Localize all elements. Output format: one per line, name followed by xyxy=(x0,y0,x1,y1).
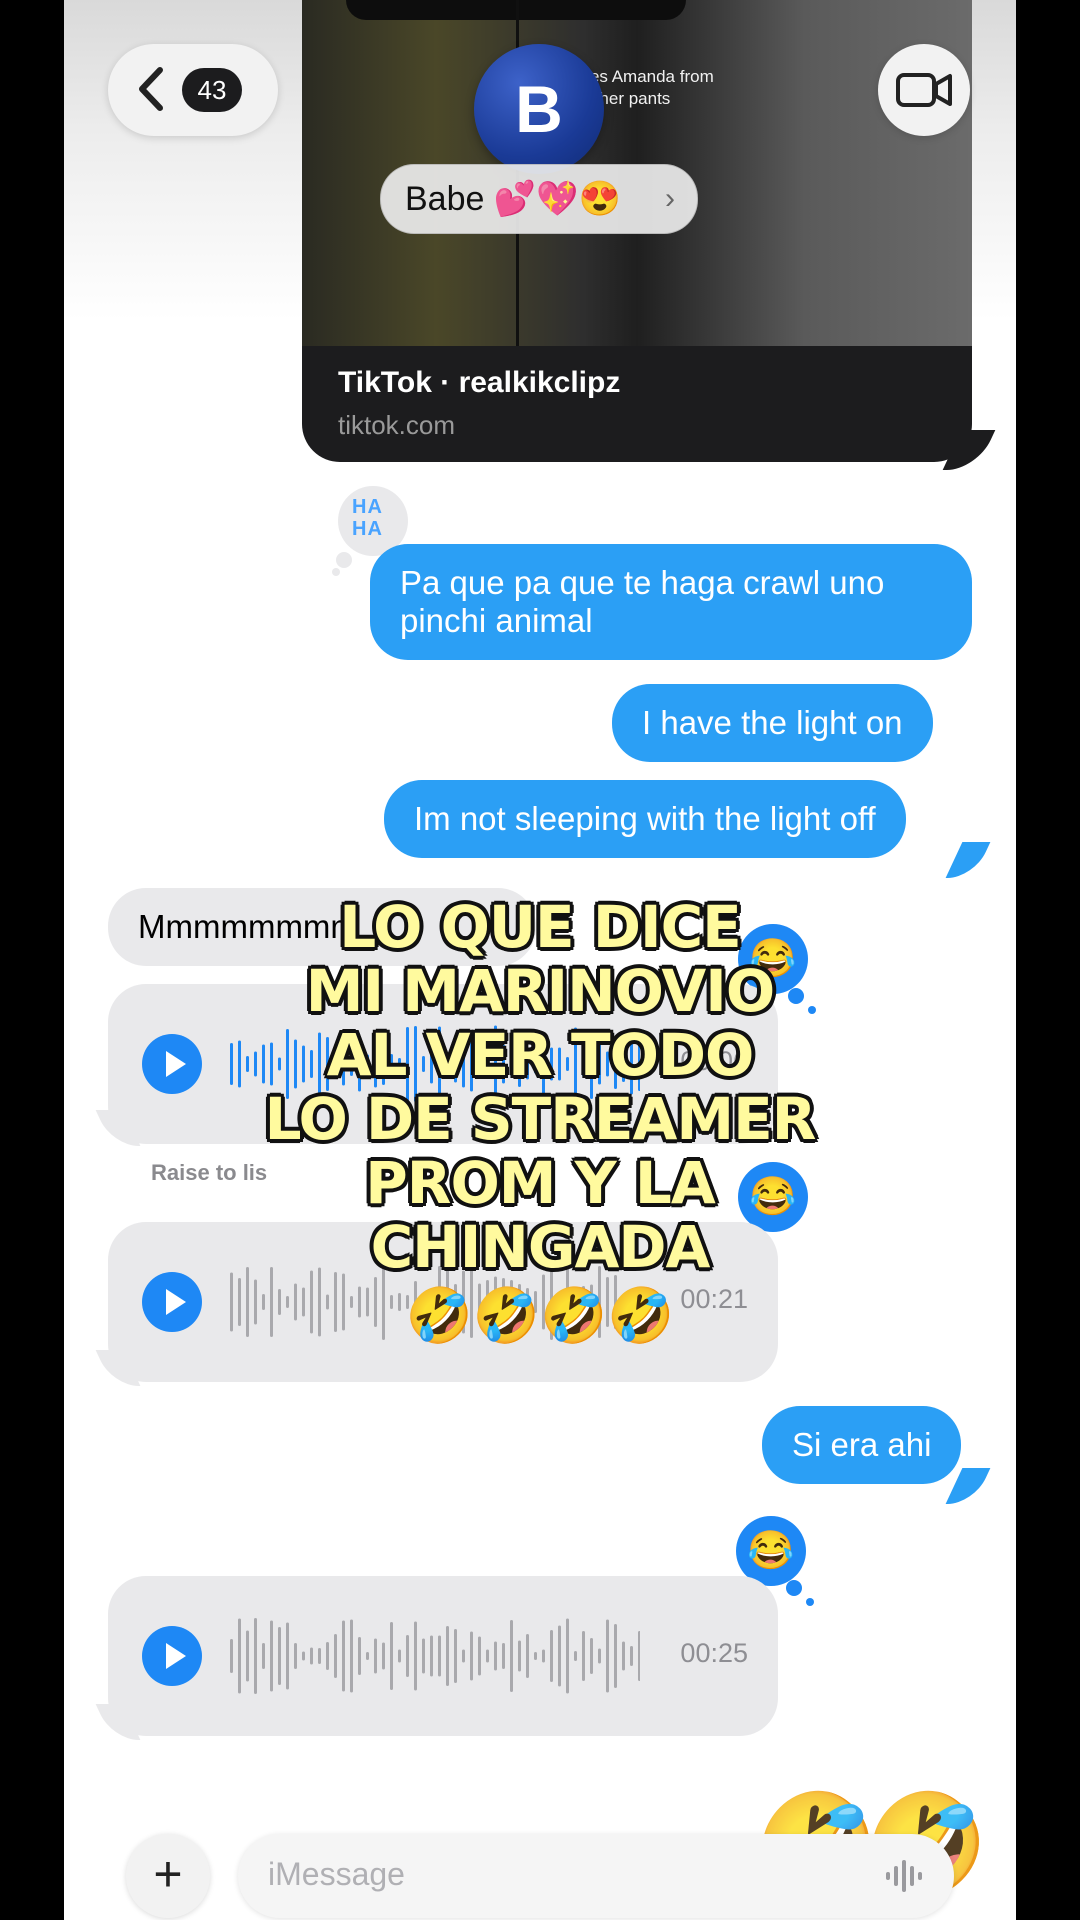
waveform-bar xyxy=(550,1630,553,1682)
conversation-screen: aves Amanda from ing her pants TikTok · … xyxy=(64,0,1016,1920)
waveform-bar xyxy=(446,1626,449,1686)
waveform-icon xyxy=(230,1618,640,1694)
waveform-bar xyxy=(502,1643,505,1669)
waveform-bar xyxy=(614,1624,617,1688)
laugh-emoji-icon: 😂 xyxy=(747,1530,795,1572)
caption-line: LO DE STREAMER xyxy=(264,1085,817,1153)
play-icon[interactable] xyxy=(142,1272,202,1332)
waveform-bar xyxy=(398,1649,401,1663)
waveform-bar xyxy=(302,1651,305,1661)
tapback-dot xyxy=(336,552,352,568)
input-placeholder: iMessage xyxy=(268,1856,405,1892)
chevron-right-icon: › xyxy=(665,182,675,215)
tapback-dot xyxy=(806,1598,814,1606)
contact-name-button[interactable]: Babe 💕💖😍 › xyxy=(380,164,698,234)
waveform-bar xyxy=(270,1620,273,1692)
waveform-bar xyxy=(262,1643,265,1669)
back-button[interactable]: 43 xyxy=(108,44,278,136)
waveform-bar xyxy=(286,1622,289,1690)
caption-line: LO QUE DICE xyxy=(339,893,742,961)
waveform-bar xyxy=(422,1638,425,1674)
facetime-video-button[interactable] xyxy=(878,44,970,136)
bubble-tail xyxy=(945,842,991,878)
waveform-bar xyxy=(342,1620,345,1692)
audio-duration: 00:25 xyxy=(680,1638,748,1668)
imessage-input[interactable]: iMessage xyxy=(238,1834,954,1918)
waveform-bar xyxy=(254,1618,257,1694)
waveform-bar xyxy=(350,1619,353,1693)
waveform-bar xyxy=(590,1638,593,1674)
waveform-bar xyxy=(294,1643,297,1669)
waveform-bar xyxy=(558,1625,561,1687)
chevron-left-icon xyxy=(136,64,166,122)
outgoing-message[interactable]: I have the light on xyxy=(612,684,933,762)
waveform-bar xyxy=(318,1648,321,1664)
waveform-bar xyxy=(542,1649,545,1663)
outgoing-message[interactable]: Si era ahi xyxy=(762,1406,962,1484)
caption-line: PROM Y LA CHINGADA xyxy=(365,1149,715,1281)
waveform-bar xyxy=(246,1630,249,1682)
waveform-bar xyxy=(462,1649,465,1663)
waveform-bar xyxy=(582,1631,585,1681)
waveform-bar xyxy=(366,1652,369,1660)
bubble-tail xyxy=(945,1468,991,1504)
link-domain: tiktok.com xyxy=(338,410,456,440)
contact-name: Babe 💕💖😍 xyxy=(405,180,621,218)
laugh-reaction-icon[interactable]: 😂 xyxy=(736,1516,806,1586)
waveform-bar xyxy=(470,1631,473,1681)
link-title: TikTok · realkikclipz xyxy=(338,366,621,399)
waveform-bar xyxy=(278,1627,281,1685)
waveform-bar xyxy=(454,1629,457,1683)
outgoing-message[interactable]: Pa que pa que te haga crawl uno pinchi a… xyxy=(370,544,972,660)
waveform-bar xyxy=(518,1640,521,1672)
waveform-bar xyxy=(566,1618,569,1694)
tapback-dot xyxy=(786,1580,802,1596)
thumbnail-caption: aves Amanda from ing her pants xyxy=(572,67,714,108)
waveform-bar xyxy=(438,1635,441,1677)
caption-emojis: 🤣🤣🤣🤣 xyxy=(405,1286,675,1346)
waveform-bar xyxy=(374,1638,377,1674)
waveform-bar xyxy=(486,1649,489,1663)
waveform-bar xyxy=(406,1635,409,1677)
video-camera-icon xyxy=(896,73,952,107)
waveform-bar xyxy=(598,1648,601,1664)
microphone-waveform-icon[interactable] xyxy=(884,1858,924,1894)
tapback-dot xyxy=(332,568,340,576)
waveform-bar xyxy=(574,1651,577,1661)
waveform-bar xyxy=(382,1642,385,1670)
contact-avatar[interactable]: B xyxy=(474,44,604,174)
waveform-bar xyxy=(622,1641,625,1671)
waveform-bar xyxy=(494,1641,497,1671)
waveform-bar xyxy=(478,1636,481,1676)
plus-button[interactable]: + xyxy=(126,1834,210,1918)
waveform-bar xyxy=(310,1647,313,1665)
waveform-bar xyxy=(230,1639,233,1673)
waveform-bar xyxy=(638,1631,640,1681)
waveform-bar xyxy=(238,1618,241,1694)
unread-count-badge: 43 xyxy=(182,68,242,112)
waveform-bar xyxy=(534,1652,537,1660)
play-icon[interactable] xyxy=(142,1626,202,1686)
waveform-bar xyxy=(358,1637,361,1675)
caption-line: AL VER TODO xyxy=(326,1021,755,1089)
waveform-bar xyxy=(390,1622,393,1690)
waveform-bar xyxy=(414,1621,417,1691)
waveform-bar xyxy=(334,1634,337,1678)
waveform-bar xyxy=(630,1646,633,1666)
waveform-bar xyxy=(510,1620,513,1692)
outgoing-message[interactable]: Im not sleeping with the light off xyxy=(384,780,906,858)
caption-line: MI MARINOVIO xyxy=(305,957,775,1025)
audio-message[interactable]: 00:25 xyxy=(108,1576,778,1736)
waveform-bar xyxy=(526,1634,529,1678)
play-icon[interactable] xyxy=(142,1034,202,1094)
overlay-caption: LO QUE DICE MI MARINOVIO AL VER TODO LO … xyxy=(214,895,866,1349)
waveform-bar xyxy=(430,1635,433,1677)
waveform-bar xyxy=(606,1619,609,1693)
waveform-bar xyxy=(326,1642,329,1670)
